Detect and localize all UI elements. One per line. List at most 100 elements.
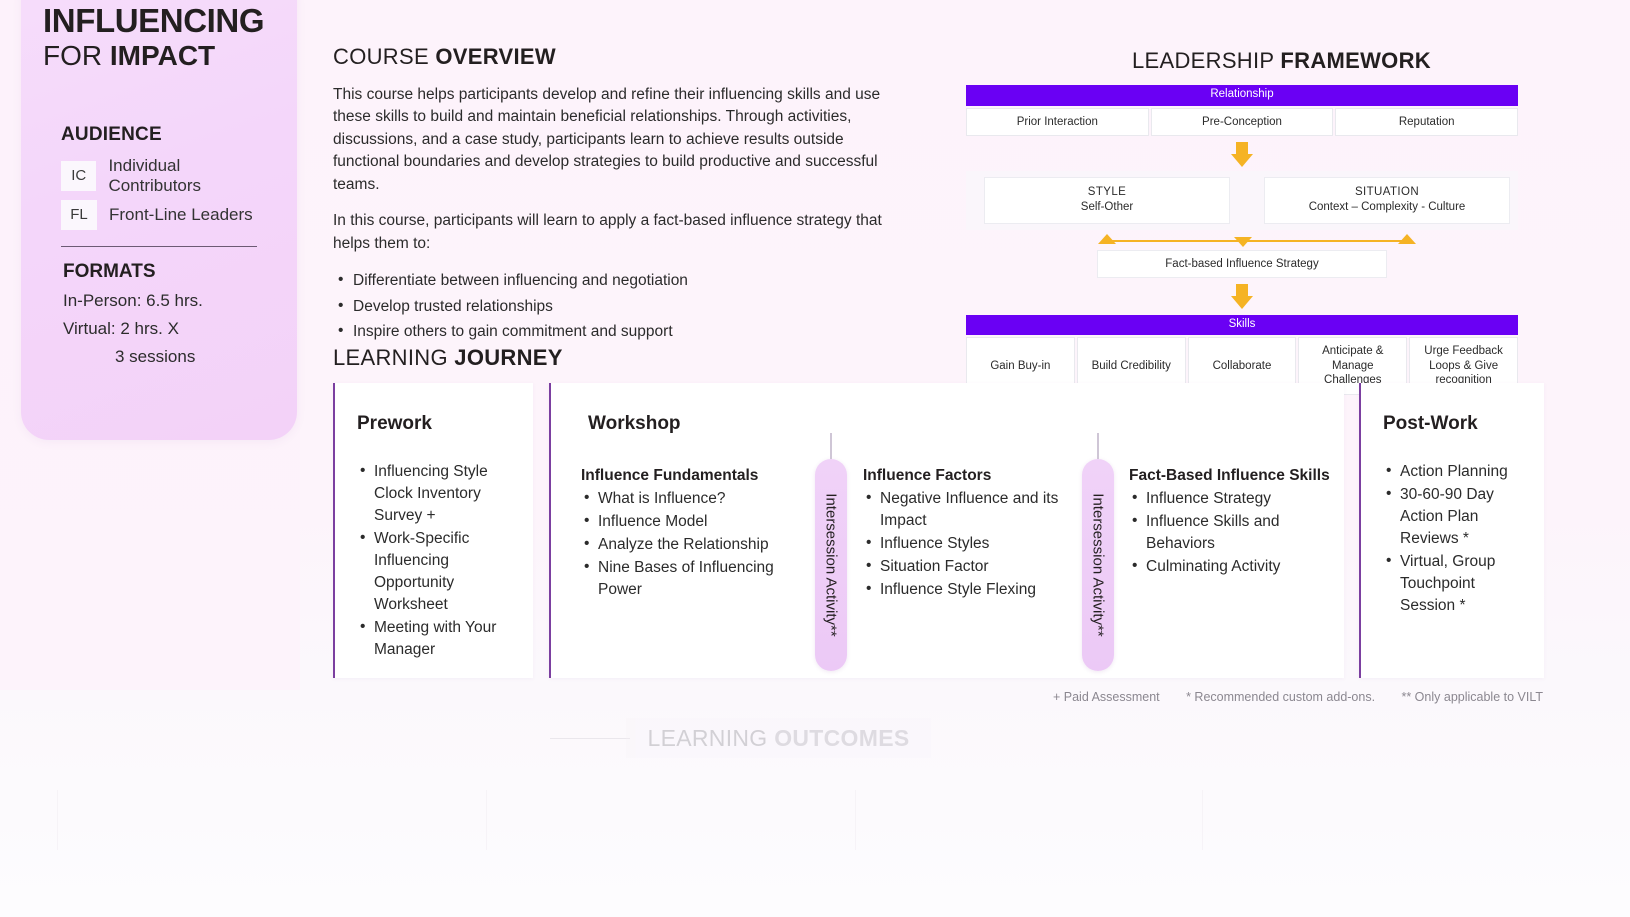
overview-bullet-list: Differentiate between influencing and ne… [333, 268, 913, 343]
framework-relationship-cells: Prior Interaction Pre-Conception Reputat… [966, 107, 1519, 136]
list-item: Nine Bases of Influencing Power [581, 556, 821, 601]
intersession-activity-pill-1: Intersession Activity** [815, 433, 847, 671]
intersession-activity-pill-2: Intersession Activity** [1082, 433, 1114, 671]
audience-row-ic: IC Individual Contributors [61, 156, 275, 196]
framework-band-relationship: Relationship [966, 85, 1518, 106]
course-overview-heading-bold: OVERVIEW [435, 44, 556, 69]
footnotes-row: + Paid Assessment * Recommended custom a… [1053, 690, 1543, 704]
hero-panel-background: INFLUENCING FOR IMPACT AUDIENCE IC Indiv… [0, 0, 300, 690]
framework-arrow-strategy-to-skills [966, 283, 1518, 309]
list-item: Analyze the Relationship [581, 533, 821, 556]
intersession-activity-label-2: Intersession Activity** [1089, 493, 1107, 637]
framework-cell-prior-interaction: Prior Interaction [966, 107, 1149, 136]
learning-outcomes-heading: LEARNING OUTCOMES [648, 725, 910, 752]
fact-based-influence-skills-list: Influence Strategy Influence Skills and … [1129, 487, 1344, 578]
list-item: Virtual, Group Touchpoint Session * [1383, 550, 1534, 617]
list-item: Develop trusted relationships [333, 294, 913, 318]
course-overview-heading-thin: COURSE [333, 44, 436, 69]
intersession-activity-label-1: Intersession Activity** [822, 493, 840, 637]
audience-label-fl: Front-Line Leaders [109, 204, 253, 224]
list-item: Influence Style Flexing [863, 578, 1098, 601]
framework-connector-to-strategy [966, 233, 1518, 248]
framework-arrow-relationship-to-style [966, 141, 1518, 167]
course-title-for: FOR [43, 39, 110, 71]
framework-box-strategy: Fact-based Influence Strategy [1097, 249, 1387, 278]
framework-cell-reputation: Reputation [1335, 107, 1519, 136]
list-item: Influence Skills and Behaviors [1129, 510, 1344, 555]
fact-based-influence-skills-title: Fact-Based Influence Skills [1129, 467, 1330, 484]
list-item: Influence Model [581, 510, 821, 533]
overview-paragraph-1: This course helps participants develop a… [333, 86, 881, 193]
list-item: Meeting with Your Manager [357, 616, 519, 661]
framework-band-skills: Skills [966, 314, 1518, 336]
list-item: Influencing Style Clock Inventory Survey… [357, 460, 519, 527]
postwork-title: Post-Work [1383, 413, 1478, 434]
leadership-framework-diagram: Relationship Prior Interaction Pre-Conce… [966, 85, 1519, 395]
course-title-line2: FOR IMPACT [43, 39, 275, 72]
journey-card-postwork: Post-Work Action Planning 30-60-90 Day A… [1359, 383, 1544, 678]
audience-label-ic: Individual Contributors [108, 155, 202, 195]
format-virtual-continued: 3 sessions [115, 346, 196, 366]
arrow-down-icon [1231, 153, 1253, 167]
footnote-paid-assessment: + Paid Assessment [1053, 690, 1160, 704]
list-item: 30-60-90 Day Action Plan Reviews * [1383, 483, 1534, 550]
page-canvas: INFLUENCING FOR IMPACT AUDIENCE IC Indiv… [0, 0, 1630, 917]
workshop-group-influence-fundamentals: Influence Fundamentals What is Influence… [581, 467, 821, 602]
workshop-columns: Influence Fundamentals What is Influence… [551, 433, 1344, 682]
arrow-down-icon [1231, 295, 1253, 309]
learning-journey-cards: Prework Influencing Style Clock Inventor… [333, 383, 1544, 678]
workshop-group-influence-factors: Influence Factors Negative Influence and… [863, 467, 1098, 602]
course-hero-card: INFLUENCING FOR IMPACT AUDIENCE IC Indiv… [21, 0, 297, 440]
audience-code-ic: IC [61, 160, 97, 191]
learning-journey-heading-thin: LEARNING [333, 345, 455, 370]
list-item: Influence Styles [863, 532, 1098, 555]
footnote-vilt-only: ** Only applicable to VILT [1401, 690, 1543, 704]
arrow-stem-icon [1236, 141, 1248, 154]
hero-divider [61, 245, 257, 247]
learning-outcomes-heading-thin: LEARNING [647, 724, 775, 751]
framework-style-sub: Self-Other [1080, 201, 1134, 214]
outcomes-ghost-column-1 [57, 790, 58, 850]
influence-factors-list: Negative Influence and its Impact Influe… [863, 487, 1098, 601]
journey-card-prework: Prework Influencing Style Clock Inventor… [333, 383, 533, 678]
framework-situation-sub: Context – Complexity - Culture [1308, 201, 1466, 214]
framework-style-situation-row: STYLE Self-Other SITUATION Context – Com… [966, 170, 1518, 230]
influence-fundamentals-list: What is Influence? Influence Model Analy… [581, 487, 821, 601]
influence-fundamentals-title: Influence Fundamentals [581, 467, 759, 484]
audience-heading: AUDIENCE [61, 123, 162, 145]
leadership-framework-heading: LEADERSHIP FRAMEWORK [1132, 48, 1431, 74]
leadership-framework-heading-bold: FRAMEWORK [1280, 48, 1431, 73]
outcomes-ghost-column-2 [486, 790, 487, 850]
framework-style-title: STYLE [1087, 185, 1127, 198]
list-item: Differentiate between influencing and ne… [333, 268, 913, 292]
framework-cell-pre-conception: Pre-Conception [1150, 107, 1334, 136]
course-overview-heading: COURSE OVERVIEW [333, 44, 913, 70]
framework-situation-title: SITUATION [1354, 185, 1420, 198]
learning-outcomes-section: LEARNING OUTCOMES [626, 718, 931, 758]
outcomes-ghost-column-3 [855, 790, 856, 850]
prework-title: Prework [357, 413, 432, 434]
workshop-title: Workshop [588, 413, 681, 434]
list-item: Action Planning [1383, 460, 1534, 483]
list-item: Situation Factor [863, 555, 1098, 578]
arrow-stem-icon [1236, 283, 1248, 296]
footnote-recommended-add-ons: * Recommended custom add-ons. [1186, 690, 1376, 704]
learning-journey-heading: LEARNING JOURNEY [333, 345, 563, 371]
triangle-down-icon [1234, 236, 1252, 247]
format-in-person: In-Person: 6.5 hrs. [63, 290, 203, 310]
list-item: What is Influence? [581, 487, 821, 510]
prework-list: Influencing Style Clock Inventory Survey… [357, 460, 519, 661]
framework-box-style: STYLE Self-Other [984, 176, 1230, 224]
format-virtual: Virtual: 2 hrs. X [63, 318, 179, 338]
pill-connector-line [1097, 433, 1099, 459]
list-item: Negative Influence and its Impact [863, 487, 1098, 532]
outcomes-divider-rule [550, 738, 630, 739]
learning-outcomes-heading-bold: OUTCOMES [774, 724, 910, 751]
list-item: Culminating Activity [1129, 555, 1344, 578]
leadership-framework-heading-thin: LEADERSHIP [1132, 48, 1281, 73]
course-overview-body: This course helps participants develop a… [333, 84, 913, 343]
influence-factors-title: Influence Factors [863, 467, 992, 484]
pill-connector-line [830, 433, 832, 459]
formats-heading: FORMATS [63, 260, 156, 282]
list-item: Influence Strategy [1129, 487, 1344, 510]
